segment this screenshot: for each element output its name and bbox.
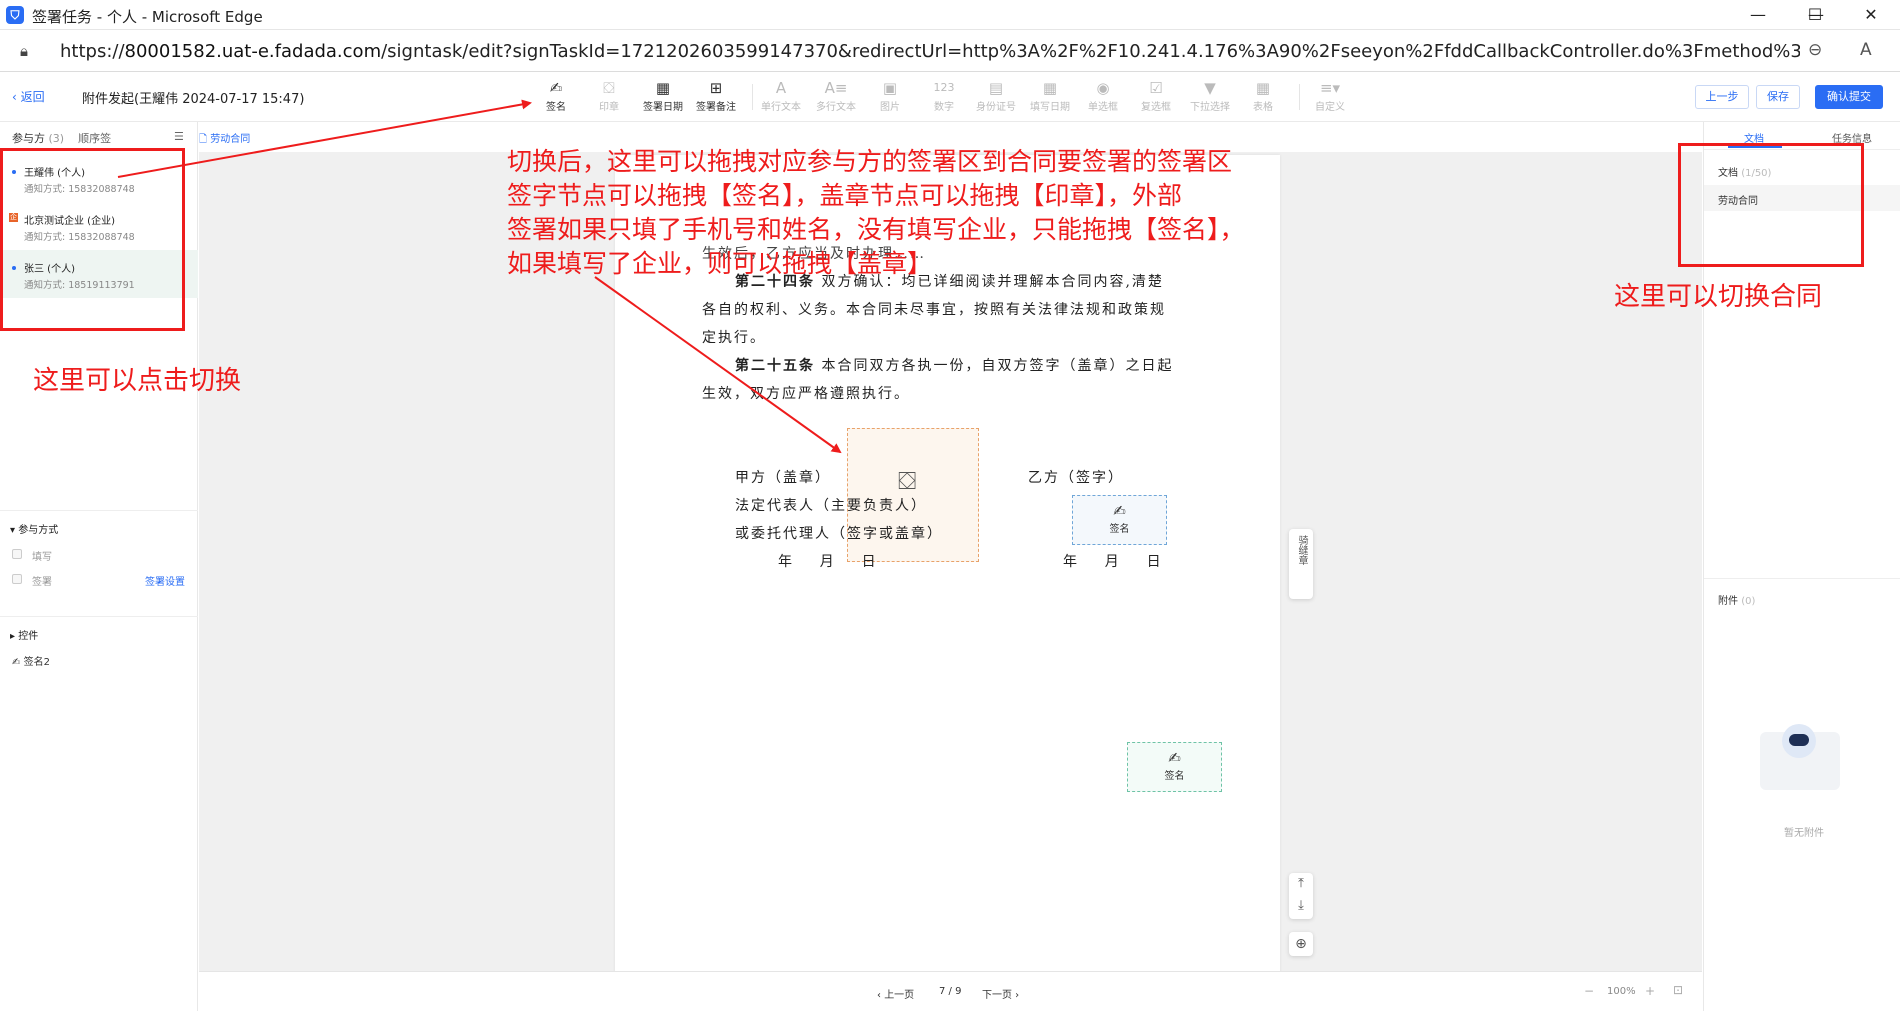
arrow-to-seal-field [594, 276, 842, 454]
arrow-to-signature-tool [117, 99, 532, 178]
app-root: ⛉ 签署任务 - 个人 - Microsoft Edge — — ☐ ✕ 🔒︎ … [0, 0, 1900, 1011]
annotation-arrows [117, 99, 842, 454]
